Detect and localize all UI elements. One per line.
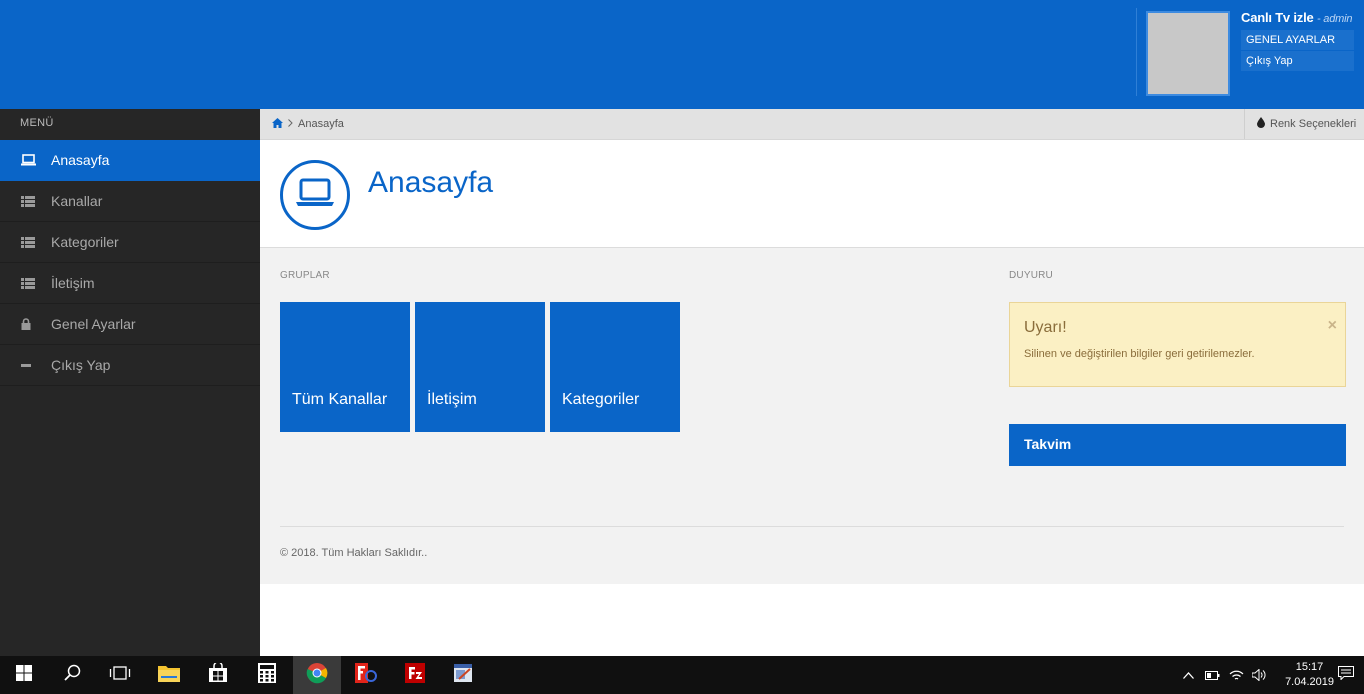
clock-time: 15:17	[1295, 661, 1324, 673]
alert-title: Uyarı!	[1024, 319, 1067, 336]
droplet-icon	[1257, 117, 1265, 131]
sidebar-item-label: Kategoriler	[51, 234, 119, 250]
footer-copyright: © 2018. Tüm Hakları Saklıdır..	[280, 547, 428, 559]
sidebar-title: MENÜ	[20, 117, 54, 129]
tile-all-channels[interactable]: Tüm Kanallar	[280, 302, 410, 432]
sidebar-item-cikis-yap[interactable]: Çıkış Yap	[0, 345, 260, 386]
app-button[interactable]	[439, 656, 487, 694]
sidebar-item-iletisim[interactable]: İletişim	[0, 263, 260, 304]
laptop-icon	[295, 178, 335, 213]
home-icon[interactable]	[272, 117, 283, 131]
sidebar-item-label: Genel Ayarlar	[51, 316, 136, 332]
warning-alert: Uyarı! Silinen ve değiştirilen bilgiler …	[1009, 302, 1346, 387]
breadcrumb: Anasayfa	[272, 109, 344, 139]
header-divider	[1136, 8, 1137, 96]
dashboard-content: GRUPLAR Tüm Kanallar İletişim Kategorile…	[260, 248, 1364, 584]
calendar-panel-header[interactable]: Takvim	[1009, 424, 1346, 466]
sidebar-item-anasayfa[interactable]: Anasayfa	[0, 140, 260, 181]
page-icon-circle	[280, 160, 350, 230]
page-title: Anasayfa	[368, 166, 494, 199]
file-explorer-button[interactable]	[145, 656, 193, 694]
store-bag-icon	[208, 660, 228, 688]
search-icon	[63, 664, 81, 686]
avatar[interactable]	[1146, 11, 1230, 96]
sidebar-item-label: Çıkış Yap	[51, 357, 111, 373]
site-name-text: Canlı Tv izle	[1241, 10, 1314, 25]
sidebar-item-label: Anasayfa	[51, 152, 110, 168]
volume-icon[interactable]	[1248, 669, 1272, 681]
page-header: Anasayfa	[260, 140, 1364, 248]
sidebar-item-genel-ayarlar[interactable]: Genel Ayarlar	[0, 304, 260, 345]
color-options-label: Renk Seçenekleri	[1270, 118, 1357, 130]
chrome-icon	[306, 662, 328, 689]
sidebar-item-kanallar[interactable]: Kanallar	[0, 181, 260, 222]
notifications-button[interactable]	[1338, 656, 1364, 694]
notification-icon	[1338, 665, 1354, 685]
breadcrumb-current: Anasayfa	[298, 118, 344, 130]
user-menu: GENEL AYARLAR Çıkış Yap	[1241, 30, 1354, 71]
calculator-button[interactable]	[243, 656, 291, 694]
user-block: Canlı Tv izle - admin GENEL AYARLAR Çıkı…	[1241, 10, 1354, 72]
system-tray	[1176, 656, 1272, 694]
tile-label: Tüm Kanallar	[292, 391, 388, 408]
list-icon	[21, 195, 51, 207]
tile-label: Kategoriler	[562, 391, 640, 408]
sidebar: MENÜ Anasayfa Kanallar Kategoriler İleti…	[0, 109, 260, 656]
tile-contact[interactable]: İletişim	[415, 302, 545, 432]
tile-label: İletişim	[427, 391, 477, 408]
window-app-icon	[453, 663, 473, 688]
sidebar-item-label: Kanallar	[51, 193, 103, 209]
search-button[interactable]	[48, 656, 96, 694]
breadcrumb-bar: Anasayfa Renk Seçenekleri	[260, 109, 1364, 140]
start-button[interactable]	[0, 656, 48, 694]
filezilla-icon	[405, 662, 425, 688]
foxit-button[interactable]	[342, 656, 390, 694]
filezilla-button[interactable]	[391, 656, 439, 694]
list-icon	[21, 277, 51, 289]
list-icon	[21, 236, 51, 248]
folder-icon	[158, 664, 180, 687]
footer-divider	[280, 526, 1344, 527]
sidebar-item-kategoriler[interactable]: Kategoriler	[0, 222, 260, 263]
foxit-icon	[355, 662, 377, 688]
wifi-icon[interactable]	[1224, 669, 1248, 681]
alert-text: Silinen ve değiştirilen bilgiler geri ge…	[1024, 348, 1255, 360]
chevron-up-icon[interactable]	[1176, 671, 1200, 679]
logout-link[interactable]: Çıkış Yap	[1241, 51, 1354, 71]
task-view-icon	[109, 665, 131, 685]
windows-logo-icon	[16, 664, 32, 686]
laptop-icon	[21, 154, 51, 166]
site-name[interactable]: Canlı Tv izle - admin	[1241, 10, 1354, 25]
lock-icon	[21, 318, 51, 330]
close-icon[interactable]: ×	[1328, 317, 1337, 335]
sidebar-item-label: İletişim	[51, 275, 95, 291]
taskbar-clock[interactable]: 15:17 7.04.2019	[1285, 660, 1334, 690]
calendar-label: Takvim	[1024, 436, 1072, 452]
task-view-button[interactable]	[96, 656, 144, 694]
color-options-button[interactable]: Renk Seçenekleri	[1244, 109, 1364, 139]
top-header: Canlı Tv izle - admin GENEL AYARLAR Çıkı…	[0, 0, 1364, 109]
chrome-button[interactable]	[293, 656, 341, 694]
minus-icon	[21, 363, 51, 367]
announcement-label: DUYURU	[1009, 270, 1053, 281]
tile-categories[interactable]: Kategoriler	[550, 302, 680, 432]
windows-taskbar: 15:17 7.04.2019	[0, 656, 1364, 694]
battery-icon[interactable]	[1200, 670, 1224, 680]
calculator-icon	[258, 662, 276, 688]
groups-label: GRUPLAR	[280, 270, 330, 281]
general-settings-link[interactable]: GENEL AYARLAR	[1241, 30, 1354, 50]
user-role: - admin	[1316, 13, 1353, 25]
store-button[interactable]	[194, 656, 242, 694]
chevron-right-icon	[288, 118, 293, 130]
clock-date: 7.04.2019	[1285, 676, 1334, 688]
